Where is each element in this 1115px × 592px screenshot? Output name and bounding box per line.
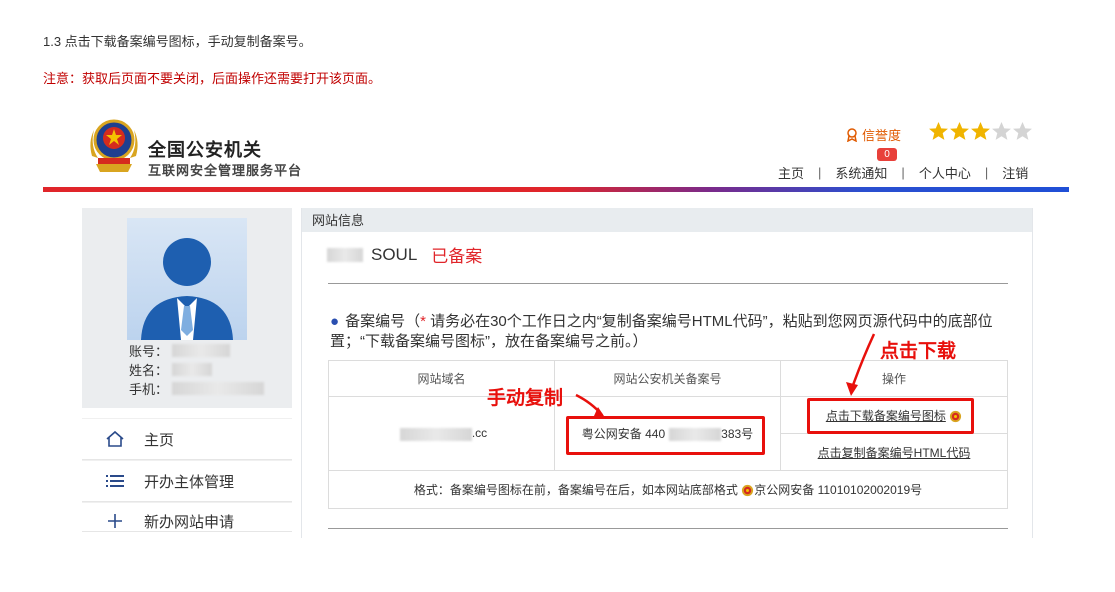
copy-cell: 点击复制备案编号HTML代码 bbox=[780, 433, 1008, 471]
account-label: 账号： bbox=[129, 344, 169, 359]
col-header-action: 操作 bbox=[780, 360, 1008, 397]
top-nav: 主页 | 系统通知 | 个人中心 | 注销 bbox=[778, 163, 1028, 182]
nav-notifications[interactable]: 系统通知 bbox=[835, 163, 887, 182]
format-prefix: 格式：备案编号图标在前，备案编号在后，如本网站底部格式 bbox=[413, 483, 738, 497]
notification-badge: 0 bbox=[877, 148, 897, 161]
menu-item-home[interactable]: 主页 bbox=[82, 418, 292, 460]
redacted-value bbox=[172, 363, 213, 376]
arrow-icon bbox=[846, 333, 876, 396]
police-badge-icon bbox=[742, 485, 754, 497]
domain-suffix: .cc bbox=[471, 426, 488, 441]
avatar bbox=[127, 218, 247, 340]
format-cell: 格式：备案编号图标在前，备案编号在后，如本网站底部格式 京公网安备 110101… bbox=[328, 470, 1008, 509]
profile-card: 账号： 姓名： 手机： bbox=[82, 208, 292, 408]
credit-stars bbox=[928, 121, 1033, 142]
site-title: SOUL 已备案 bbox=[327, 242, 482, 267]
profile-name: 姓名： bbox=[129, 360, 213, 379]
medal-icon bbox=[847, 127, 857, 142]
site-name: SOUL bbox=[371, 244, 418, 264]
instruction-warning: 注意：获取后页面不要关闭，后面操作还需要打开该页面。 bbox=[43, 71, 382, 86]
profile-phone: 手机： bbox=[129, 379, 265, 398]
nav-separator: | bbox=[818, 165, 822, 180]
divider-line bbox=[328, 283, 1008, 284]
nav-separator: | bbox=[984, 165, 989, 180]
star-empty-icon bbox=[992, 122, 1011, 140]
menu-item-entity-management[interactable]: 开办主体管理 bbox=[82, 460, 292, 502]
list-icon bbox=[104, 471, 126, 491]
site-info-panel: 网站信息 SOUL 已备案 ● 备案编号（* 请务必在30个工作日之内“复制备案编… bbox=[301, 208, 1033, 538]
name-label: 姓名： bbox=[129, 363, 169, 378]
panel-header: 网站信息 bbox=[302, 208, 1032, 232]
plus-icon bbox=[104, 511, 126, 531]
redacted-value bbox=[172, 344, 231, 357]
phone-label: 手机： bbox=[129, 382, 169, 397]
redacted-value bbox=[327, 247, 363, 262]
platform-subtitle: 互联网安全管理服务平台 bbox=[148, 163, 303, 178]
bullet-icon: ● bbox=[330, 313, 340, 330]
side-menu: 主页 开办主体管理 新办网站申请 bbox=[82, 418, 292, 532]
arrow-icon bbox=[575, 393, 606, 419]
police-emblem-icon bbox=[90, 119, 138, 172]
header-divider bbox=[43, 187, 1069, 192]
menu-label: 开办主体管理 bbox=[144, 473, 235, 491]
menu-item-new-site[interactable]: 新办网站申请 bbox=[82, 502, 292, 532]
highlight-download-link bbox=[807, 398, 974, 434]
star-filled-icon bbox=[971, 122, 990, 140]
star-filled-icon bbox=[929, 122, 948, 140]
star-filled-icon bbox=[950, 122, 969, 140]
format-example: 京公网安备 11010102002019号 bbox=[754, 483, 923, 497]
user-avatar-icon bbox=[141, 238, 233, 340]
credit-label: 信誉度 bbox=[862, 128, 902, 143]
nav-home[interactable]: 主页 bbox=[778, 163, 804, 182]
site-status: 已备案 bbox=[431, 247, 483, 266]
copy-html-link[interactable]: 点击复制备案编号HTML代码 bbox=[818, 446, 971, 460]
star-empty-icon bbox=[1013, 122, 1032, 140]
menu-label: 主页 bbox=[144, 431, 175, 449]
annotation-click-download: 点击下载 bbox=[880, 341, 957, 362]
divider-line bbox=[328, 528, 1008, 529]
home-icon bbox=[104, 429, 126, 449]
platform-title: 全国公安机关 bbox=[148, 140, 262, 160]
profile-account: 账号： bbox=[129, 341, 231, 360]
instruction-step: 1.3 点击下载备案编号图标，手动复制备案号。 bbox=[43, 34, 312, 49]
redacted-value bbox=[399, 427, 472, 441]
credit-rating: 信誉度 bbox=[845, 125, 901, 144]
nav-separator: | bbox=[901, 165, 905, 180]
record-label: 备案编号（ bbox=[345, 313, 421, 330]
nav-logout[interactable]: 注销 bbox=[1002, 163, 1028, 182]
redacted-value bbox=[172, 382, 265, 395]
nav-personal-center[interactable]: 个人中心 bbox=[919, 163, 971, 182]
menu-label: 新办网站申请 bbox=[144, 514, 235, 531]
